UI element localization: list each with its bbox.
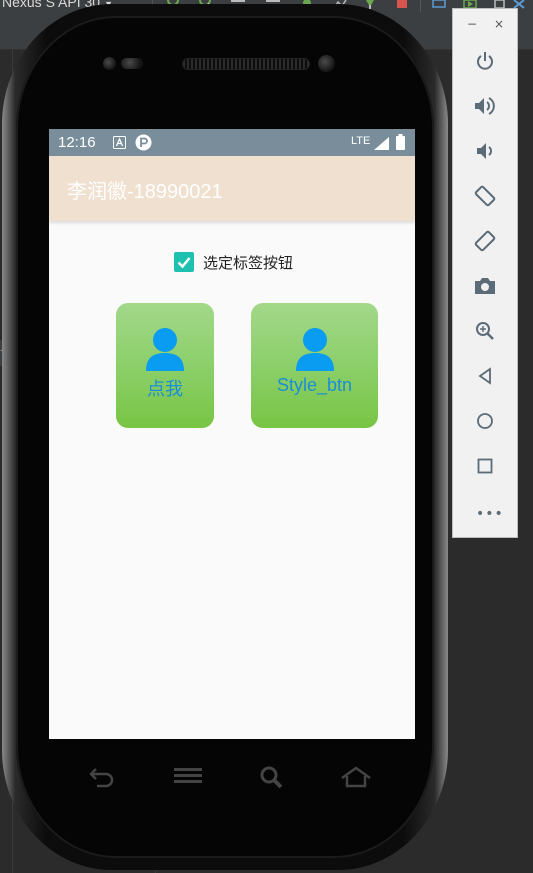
zoom-button[interactable]	[473, 319, 497, 343]
rotate-right-icon	[474, 230, 496, 252]
home-icon	[341, 766, 371, 788]
signal-icon	[374, 137, 389, 150]
front-sensor	[103, 57, 116, 70]
back-soft-key[interactable]	[82, 764, 122, 790]
style-btn-button[interactable]: Style_btn	[251, 303, 378, 428]
earpiece-speaker	[182, 58, 310, 70]
overview-button[interactable]	[473, 454, 497, 478]
back-arrow-icon	[89, 768, 114, 788]
app-bar: 李润徽-18990021	[49, 156, 415, 221]
tag-checkbox-row[interactable]: 选定标签按钮	[174, 251, 293, 273]
person-icon	[295, 328, 334, 371]
back-triangle-icon	[478, 367, 491, 385]
rotate-left-button[interactable]	[473, 184, 497, 208]
checkbox-label: 选定标签按钮	[203, 253, 294, 272]
network-type: LTE	[351, 135, 371, 147]
status-time: 12:16	[58, 134, 96, 151]
p-notification-icon	[135, 134, 152, 151]
overview-square-icon	[477, 458, 493, 474]
menu-soft-key[interactable]	[168, 764, 208, 790]
style-btn-label: Style_btn	[276, 375, 353, 395]
volume-up-icon	[475, 97, 495, 115]
volume-down-button[interactable]	[473, 139, 497, 163]
tag-checkbox[interactable]	[174, 252, 194, 272]
front-camera	[318, 55, 335, 72]
emulator-panel-header: − ×	[453, 9, 517, 39]
toolbar-divider	[420, 0, 421, 12]
power-button[interactable]	[473, 49, 497, 73]
device-screen: 12:16 LTE 李润徽-18990021 选定标签按钮 点我 Style_b…	[49, 129, 415, 739]
zoom-in-icon	[476, 322, 494, 340]
search-icon	[260, 766, 283, 789]
checkmark-icon	[177, 257, 191, 269]
status-bar: 12:16 LTE	[49, 129, 415, 156]
back-button[interactable]	[473, 364, 497, 388]
close-icon[interactable]: ×	[494, 18, 504, 30]
emulator-control-panel: − × •••	[452, 8, 518, 538]
click-me-button[interactable]: 点我	[116, 303, 214, 428]
home-soft-key[interactable]	[336, 764, 376, 790]
more-options-icon[interactable]: •••	[476, 507, 504, 521]
home-button[interactable]	[473, 409, 497, 433]
camera-icon	[475, 278, 495, 294]
home-circle-icon	[477, 413, 493, 429]
menu-lines-icon	[174, 768, 202, 783]
app-title: 李润徽-18990021	[67, 181, 223, 203]
stop-icon[interactable]	[395, 0, 409, 9]
battery-icon	[396, 134, 405, 150]
device-manager-icon[interactable]	[432, 0, 446, 9]
proximity-sensor	[121, 58, 143, 69]
volume-down-icon	[477, 143, 492, 159]
volume-up-button[interactable]	[473, 94, 497, 118]
a-notification-icon	[113, 136, 126, 149]
rotate-right-button[interactable]	[473, 229, 497, 253]
screenshot-button[interactable]	[473, 274, 497, 298]
click-me-label: 点我	[147, 379, 183, 399]
power-icon	[477, 52, 493, 70]
rotate-left-icon	[474, 185, 496, 207]
person-icon	[146, 328, 184, 371]
minimize-icon[interactable]: −	[467, 18, 477, 30]
search-soft-key[interactable]	[252, 764, 292, 790]
